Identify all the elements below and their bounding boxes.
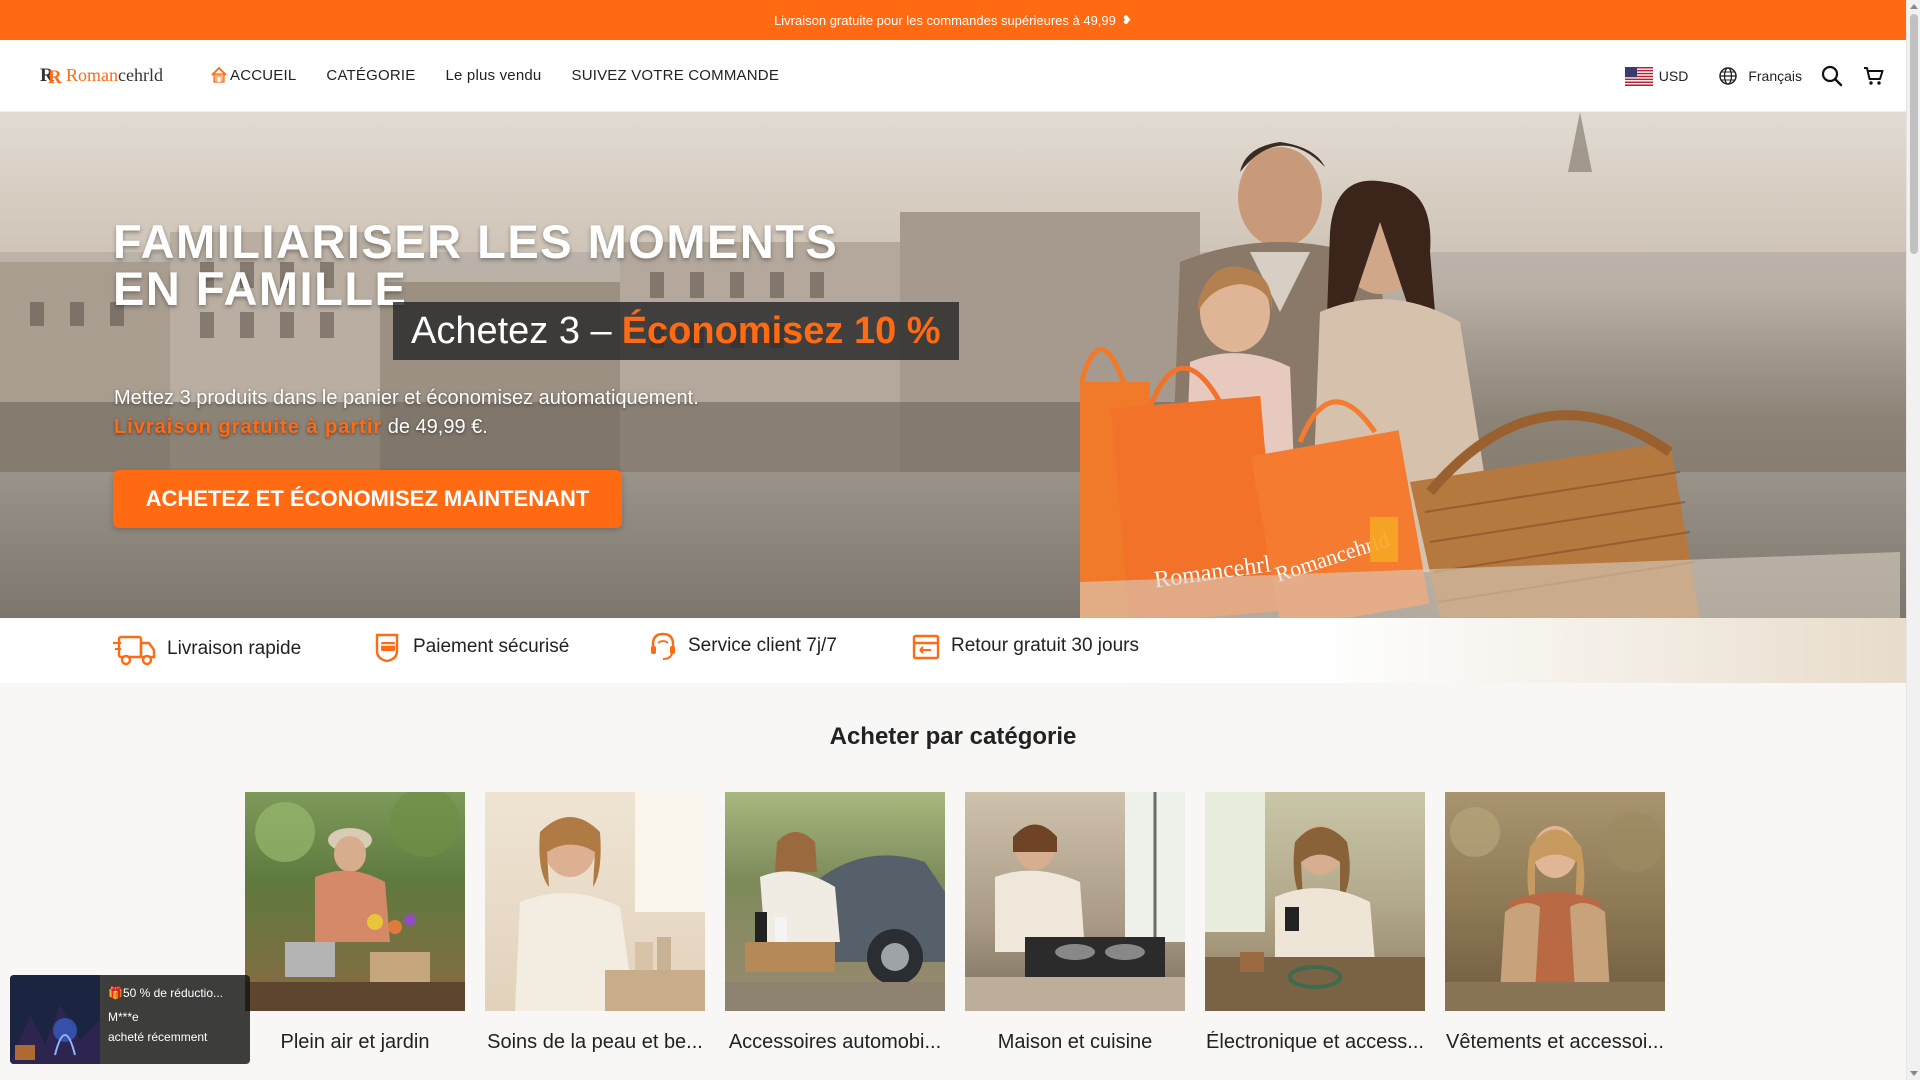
- page-scrollbar[interactable]: [1906, 0, 1920, 1080]
- nav-item-home[interactable]: ACCUEIL: [210, 66, 296, 84]
- category-image-apparel[interactable]: [1445, 792, 1665, 1011]
- category-grid: Plein air et jardin Soins de la peau et …: [245, 792, 1665, 1054]
- promo-box: Achetez 3 – Économisez 10 %: [393, 302, 959, 360]
- category-card-outdoor[interactable]: Plein air et jardin: [245, 792, 465, 1054]
- category-image-electronics[interactable]: [1205, 792, 1425, 1011]
- main-nav: ACCUEIL CATÉGORIE Le plus vendu SUIVEZ V…: [210, 66, 779, 84]
- nav-item-best-sellers[interactable]: Le plus vendu: [445, 66, 541, 84]
- svg-text:R: R: [48, 67, 62, 86]
- payment-icon: [375, 633, 399, 663]
- feature-free-returns: Retour gratuit 30 jours: [911, 631, 1139, 661]
- popup-body: 🎁50 % de réductio... M***e acheté récemm…: [100, 975, 231, 1064]
- hero-title-line1: FAMILIARISER LES MOMENTS: [113, 215, 839, 268]
- hero-free-shipping-highlight: Livraison gratuite à partir: [114, 416, 383, 438]
- popup-customer-name: M***e: [108, 1010, 139, 1024]
- category-card-home-kitchen[interactable]: Maison et cuisine: [965, 792, 1185, 1054]
- hero-title: FAMILIARISER LES MOMENTS EN FAMILLE: [113, 218, 838, 312]
- feature-fast-delivery: Livraison rapide: [113, 631, 301, 667]
- category-image-automotive[interactable]: [725, 792, 945, 1011]
- announcement-text: Livraison gratuite pour les commandes su…: [774, 12, 1116, 28]
- feature-secure-payment: Paiement sécurisé: [371, 631, 569, 663]
- category-card-apparel[interactable]: Vêtements et accessoi...: [1445, 792, 1665, 1054]
- category-card-automotive[interactable]: Accessoires automobi...: [725, 792, 945, 1054]
- language-selector[interactable]: Français: [1716, 64, 1802, 88]
- scroll-up-arrow-icon[interactable]: [1910, 4, 1918, 9]
- category-card-electronics[interactable]: Électronique et access...: [1205, 792, 1425, 1054]
- logo-text-part2: cehrld: [118, 64, 163, 85]
- feature-fast-delivery-label: Livraison rapide: [167, 638, 302, 659]
- globe-icon: [1716, 64, 1740, 88]
- announcement-arrow-icon: ❥: [1121, 13, 1132, 27]
- promo-highlight: Économisez 10 %: [621, 309, 941, 352]
- category-label-apparel[interactable]: Vêtements et accessoi...: [1445, 1031, 1665, 1054]
- logo-mark-icon: R R: [40, 64, 64, 88]
- hero-banner[interactable]: Romancehrld Romancehrld FAMILIARISER LES…: [0, 112, 1906, 618]
- promo-text: Achetez 3 –: [411, 309, 612, 352]
- hero-family-image: Romancehrld Romancehrld: [1080, 112, 1900, 618]
- logo-text-part1: Roman: [66, 64, 118, 85]
- hero-subtitle-line1: Mettez 3 produits dans le panier et écon…: [114, 387, 699, 409]
- nav-item-track-order[interactable]: SUIVEZ VOTRE COMMANDE: [571, 66, 779, 84]
- page: Livraison gratuite pour les commandes su…: [0, 0, 1920, 1080]
- feature-free-returns-label: Retour gratuit 30 jours: [951, 635, 1139, 656]
- popup-status: acheté récemment: [108, 1030, 208, 1044]
- currency-selector[interactable]: USD: [1624, 66, 1689, 86]
- truck-icon: [113, 635, 156, 666]
- hero-free-shipping-amount: de 49,99 €.: [387, 416, 488, 438]
- feature-customer-service-label: Service client 7j/7: [688, 635, 837, 656]
- cart-icon[interactable]: [1862, 64, 1886, 88]
- popup-title: 🎁50 % de réductio...: [108, 986, 224, 1000]
- scrollbar-thumb[interactable]: [1910, 14, 1918, 254]
- features-strip: Livraison rapide Paiement sécurisé Servi…: [0, 618, 1906, 683]
- category-card-skincare[interactable]: Soins de la peau et be...: [485, 792, 705, 1054]
- feature-secure-payment-label: Paiement sécurisé: [413, 636, 570, 657]
- hero-subtitle: Mettez 3 produits dans le panier et écon…: [114, 384, 699, 442]
- popup-product-thumbnail: [10, 975, 100, 1064]
- scroll-down-arrow-icon[interactable]: [1910, 1071, 1918, 1076]
- categories-title: Acheter par catégorie: [829, 723, 1077, 750]
- feature-customer-service: Service client 7j/7: [648, 631, 837, 661]
- header-actions: USD Français: [1624, 64, 1886, 88]
- language-label: Français: [1748, 68, 1802, 84]
- nav-item-home-label: ACCUEIL: [230, 66, 297, 84]
- return-box-icon: [912, 634, 940, 660]
- recent-purchase-popup[interactable]: 🎁50 % de réductio... M***e acheté récemm…: [10, 975, 250, 1064]
- category-image-outdoor[interactable]: [245, 792, 465, 1011]
- us-flag-icon: [1624, 66, 1653, 86]
- category-label-outdoor[interactable]: Plein air et jardin: [245, 1031, 465, 1054]
- category-label-automotive[interactable]: Accessoires automobi...: [725, 1031, 945, 1054]
- nav-item-category[interactable]: CATÉGORIE: [326, 66, 415, 84]
- home-icon: [210, 66, 228, 84]
- announcement-bar[interactable]: Livraison gratuite pour les commandes su…: [0, 0, 1906, 40]
- search-icon[interactable]: [1820, 64, 1844, 88]
- category-label-home-kitchen[interactable]: Maison et cuisine: [965, 1031, 1185, 1054]
- currency-label: USD: [1658, 68, 1689, 84]
- site-logo[interactable]: R R Roman cehrld: [40, 64, 163, 89]
- category-label-skincare[interactable]: Soins de la peau et be...: [485, 1031, 705, 1054]
- category-image-skincare[interactable]: [485, 792, 705, 1011]
- category-image-home-kitchen[interactable]: [965, 792, 1185, 1011]
- shop-now-button[interactable]: ACHETEZ ET ÉCONOMISEZ MAINTENANT: [113, 470, 622, 528]
- site-header: R R Roman cehrld ACCUEIL CATÉGORIE Le plu…: [0, 40, 1906, 112]
- headset-icon: [651, 632, 675, 660]
- category-label-electronics[interactable]: Électronique et access...: [1205, 1031, 1425, 1054]
